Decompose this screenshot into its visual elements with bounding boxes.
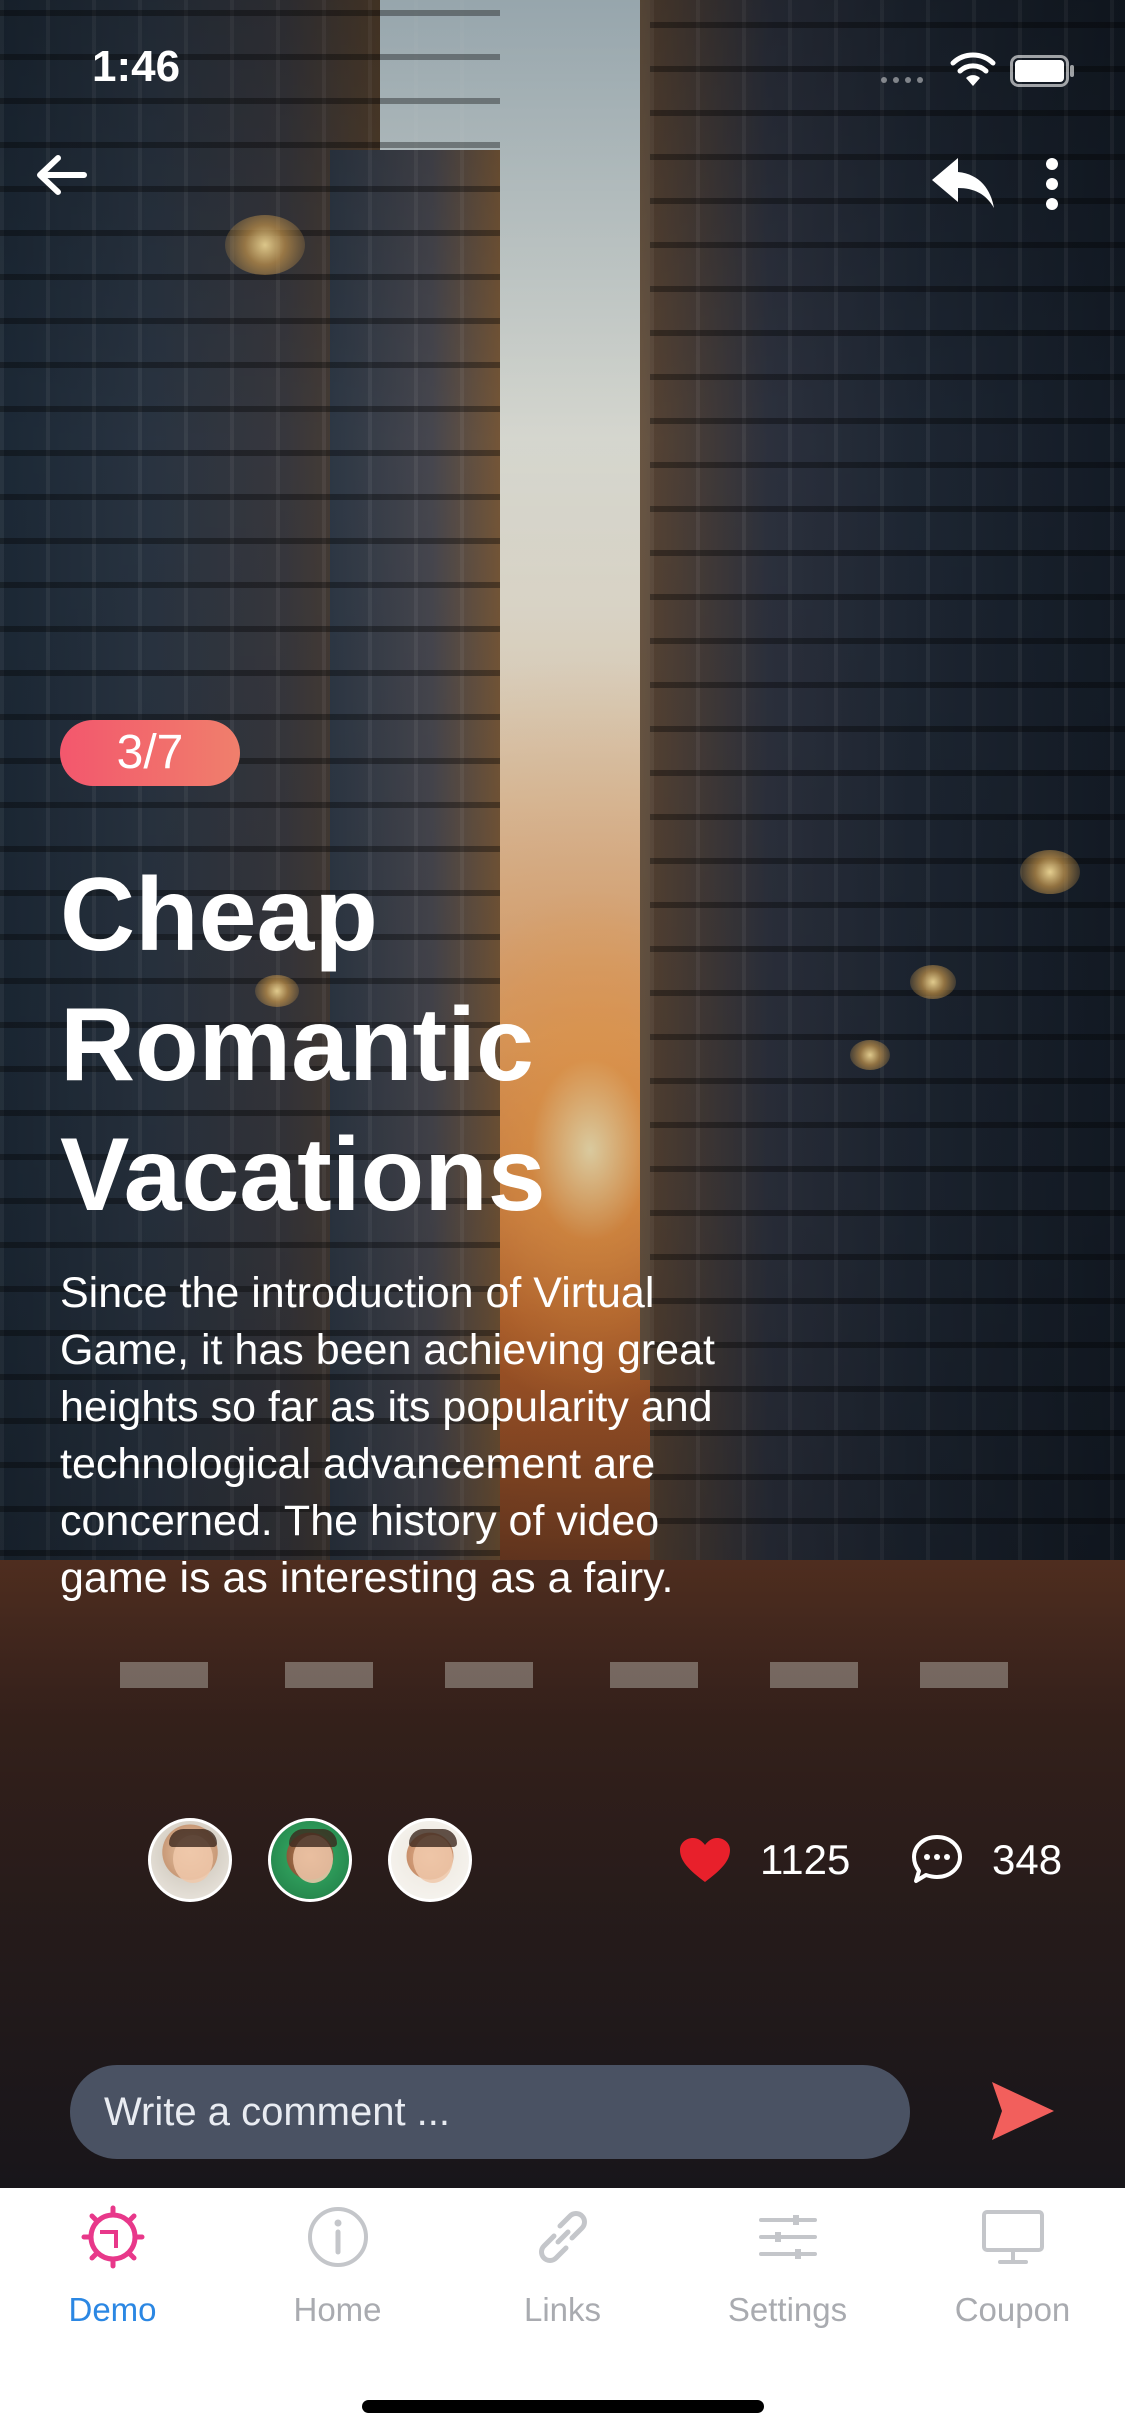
comment-input[interactable] (70, 2065, 910, 2159)
avatar-hair (409, 1829, 457, 1847)
reply-icon (932, 158, 994, 208)
article-body-line: Game, it has been achieving great (60, 1326, 715, 1374)
back-button[interactable] (28, 145, 98, 215)
tab-settings[interactable]: Settings (675, 2188, 900, 2368)
tab-label: Settings (727, 2291, 848, 2328)
tab-links[interactable]: Links (450, 2188, 675, 2368)
send-icon (992, 2082, 1054, 2140)
article-body-line: concerned. The history of video (60, 1497, 660, 1545)
article-title-line: Romantic (60, 987, 534, 1103)
article-body-line: heights so far as its popularity and (60, 1383, 713, 1431)
tab-bar: Demo Home Links Settings Coupon (0, 2188, 1125, 2436)
likes-count: 1125 (760, 1836, 851, 1883)
wifi-icon (950, 52, 996, 86)
avatar[interactable] (148, 1818, 232, 1902)
article-title-line: Vacations (60, 1117, 546, 1233)
demo-gear-icon (81, 2205, 145, 2269)
page-indicator-badge: 3/7 (60, 720, 240, 786)
tab-label: Home (293, 2291, 382, 2328)
more-vertical-icon (1046, 158, 1058, 210)
screen: 1:46 3/7 Cheap Romantic Vacations Since … (0, 0, 1125, 2436)
info-icon (308, 2207, 368, 2267)
article-title: Cheap Romantic Vacations (60, 850, 860, 1240)
tab-label: Coupon (954, 2291, 1071, 2328)
arrow-left-icon (37, 155, 87, 195)
status-time: 1:46 (92, 42, 181, 91)
avatar[interactable] (388, 1818, 472, 1902)
battery-icon (1010, 55, 1074, 87)
more-options-button[interactable] (1020, 150, 1084, 222)
avatar-hair (169, 1829, 217, 1847)
link-icon (539, 2211, 587, 2263)
tab-label: Links (523, 2291, 602, 2328)
reply-button[interactable] (928, 152, 998, 222)
article-body-line: Since the introduction of Virtual (60, 1269, 655, 1317)
avatar-hair (289, 1829, 337, 1847)
comment-icon[interactable] (910, 1833, 964, 1885)
tab-label: Demo (68, 2291, 157, 2328)
heart-icon[interactable] (678, 1836, 732, 1884)
article-body-line: technological advancement are (60, 1440, 656, 1488)
tab-home[interactable]: Home (225, 2188, 450, 2368)
send-button[interactable] (990, 2080, 1056, 2142)
comments-count: 348 (992, 1836, 1063, 1883)
avatar[interactable] (268, 1818, 352, 1902)
signal-icon (881, 77, 923, 83)
article-body-line: game is as interesting as a fairy. (60, 1554, 674, 1602)
article-title-line: Cheap (60, 857, 378, 973)
article-body: Since the introduction of Virtual Game, … (60, 1265, 860, 1607)
sliders-icon (759, 2215, 817, 2259)
monitor-icon (982, 2210, 1044, 2264)
tab-coupon[interactable]: Coupon (900, 2188, 1125, 2368)
tab-demo[interactable]: Demo (0, 2188, 225, 2368)
home-indicator (362, 2400, 764, 2413)
